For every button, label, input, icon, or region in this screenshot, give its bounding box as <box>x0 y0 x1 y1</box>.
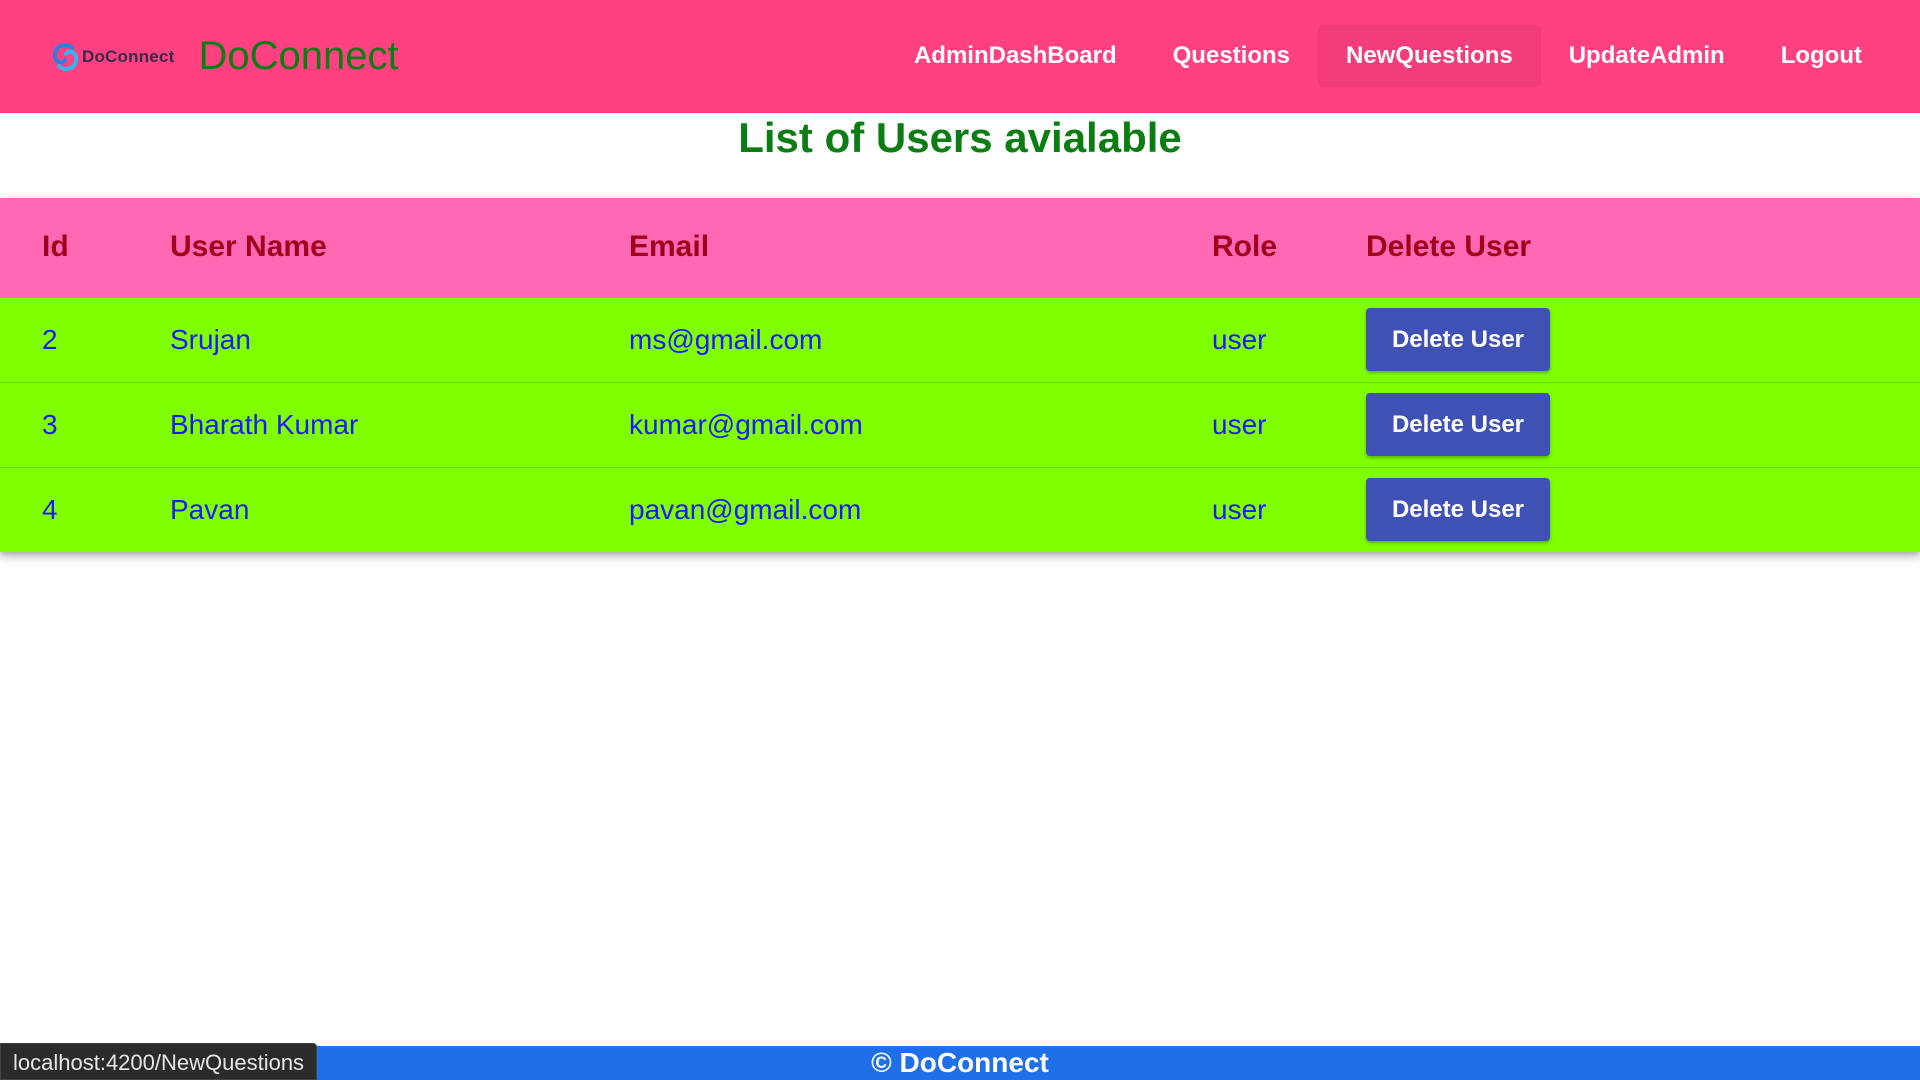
cell-id: 3 <box>42 408 58 440</box>
cell-action: Delete User <box>1366 382 1920 467</box>
browser-status-url: localhost:4200/NewQuestions <box>0 1043 318 1080</box>
cell-email: pavan@gmail.com <box>629 493 862 525</box>
top-navbar: DoConnect DoConnect AdminDashBoard Quest… <box>0 0 1920 113</box>
header-delete-user: Delete User <box>1366 230 1532 264</box>
cell-email: kumar@gmail.com <box>629 408 863 440</box>
brand-title[interactable]: DoConnect <box>198 34 398 79</box>
cell-action: Delete User <box>1366 467 1920 552</box>
logo-text: DoConnect <box>82 46 175 66</box>
delete-user-button[interactable]: Delete User <box>1366 308 1550 371</box>
nav-update-admin[interactable]: UpdateAdmin <box>1541 25 1753 87</box>
doconnect-logo[interactable]: DoConnect <box>50 37 174 77</box>
users-table: Id User Name Email Role Delete User 2 Sr… <box>0 198 1920 552</box>
cell-id: 2 <box>42 323 58 355</box>
cell-role: user <box>1212 323 1267 355</box>
nav-admin-dashboard[interactable]: AdminDashBoard <box>886 25 1145 87</box>
header-id: Id <box>42 230 69 264</box>
doconnect-logo-icon <box>52 42 79 71</box>
nav-new-questions[interactable]: NewQuestions <box>1318 25 1541 87</box>
delete-user-button[interactable]: Delete User <box>1366 478 1550 542</box>
cell-role: user <box>1212 493 1267 525</box>
nav-logout[interactable]: Logout <box>1753 25 1890 87</box>
page-title: List of Users avialable <box>738 114 1182 161</box>
cell-id: 4 <box>42 493 58 525</box>
table-row: 2 Srujan ms@gmail.com user Delete User <box>0 297 1920 382</box>
table-header-row: Id User Name Email Role Delete User <box>0 198 1920 297</box>
users-table-container: Id User Name Email Role Delete User 2 Sr… <box>0 198 1920 552</box>
cell-role: user <box>1212 408 1267 440</box>
table-row: 4 Pavan pavan@gmail.com user Delete User <box>0 467 1920 552</box>
header-role: Role <box>1212 230 1278 264</box>
nav-questions[interactable]: Questions <box>1145 25 1318 87</box>
table-row: 3 Bharath Kumar kumar@gmail.com user Del… <box>0 382 1920 467</box>
nav-links: AdminDashBoard Questions NewQuestions Up… <box>886 25 1890 87</box>
cell-email: ms@gmail.com <box>629 323 823 355</box>
brand[interactable]: DoConnect DoConnect <box>50 34 399 79</box>
cell-user-name: Bharath Kumar <box>170 408 359 440</box>
cell-user-name: Srujan <box>170 323 251 355</box>
header-user-name: User Name <box>170 230 327 264</box>
cell-action: Delete User <box>1366 297 1920 382</box>
header-email: Email <box>629 230 710 264</box>
delete-user-button[interactable]: Delete User <box>1366 393 1550 456</box>
cell-user-name: Pavan <box>170 493 250 525</box>
